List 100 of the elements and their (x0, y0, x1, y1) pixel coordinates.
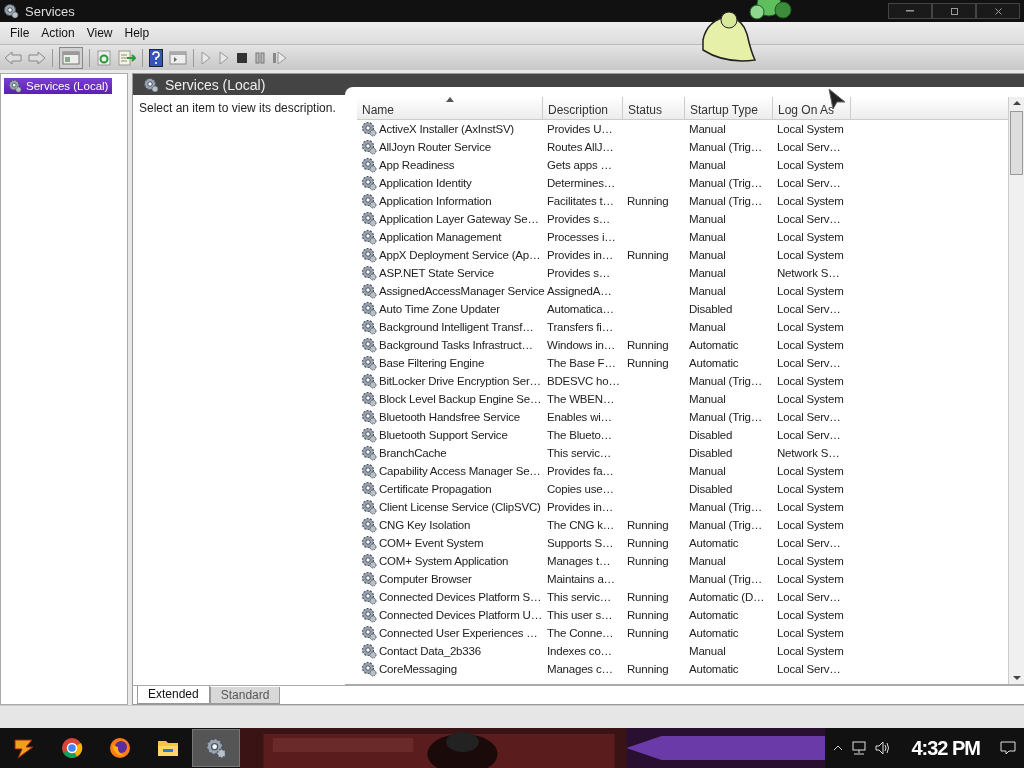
chevron-up-icon[interactable] (833, 744, 844, 752)
view-tab[interactable]: Extended (137, 686, 210, 704)
menu-item[interactable]: Help (118, 26, 156, 40)
table-cell[interactable]: Application Management (379, 231, 502, 243)
table-cell[interactable]: App Readiness (379, 159, 455, 171)
maximize-icon (950, 7, 958, 15)
column-header[interactable]: Description (543, 97, 623, 119)
clock[interactable]: 4:32 PM (911, 736, 980, 760)
table-cell[interactable]: Connected Devices Platform U… (379, 609, 542, 621)
table-cell[interactable]: CoreMessaging (379, 663, 457, 675)
table-cell: BDESVC ho… (547, 375, 620, 387)
table-cell[interactable]: Block Level Backup Engine Se… (379, 393, 542, 405)
scroll-thumb[interactable] (1010, 111, 1023, 175)
resume-icon[interactable] (272, 50, 288, 65)
table-cell[interactable]: AssignedAccessManager Service (379, 285, 545, 297)
table-cell: The Conne… (547, 627, 614, 639)
table-cell[interactable]: Background Intelligent Transf… (379, 321, 534, 333)
column-header[interactable]: Status (623, 97, 685, 119)
table-cell: Automatic (D… (689, 591, 765, 603)
service-gear-icon (361, 607, 377, 623)
table-cell: Local System (777, 195, 844, 207)
table-cell: Running (627, 537, 669, 549)
table-cell: Automatica… (547, 303, 614, 315)
notification-icon[interactable] (1000, 741, 1016, 755)
table-cell[interactable]: ASP.NET State Service (379, 267, 494, 279)
volume-icon[interactable] (875, 741, 892, 755)
table-cell[interactable]: ActiveX Installer (AxInstSV) (379, 123, 514, 135)
table-cell: The WBEN… (547, 393, 615, 405)
table-cell[interactable]: Contact Data_2b336 (379, 645, 481, 657)
table-cell[interactable]: BranchCache (379, 447, 447, 459)
table-cell[interactable]: Client License Service (ClipSVC) (379, 501, 541, 513)
table-cell[interactable]: Connected Devices Platform S… (379, 591, 542, 603)
table-cell: Local System (777, 123, 844, 135)
table-cell[interactable]: Application Layer Gateway Se… (379, 213, 539, 225)
service-gear-icon (361, 553, 377, 569)
export-list-icon[interactable] (118, 49, 136, 66)
table-cell: Manual (689, 285, 726, 297)
console-tree-icon[interactable] (59, 46, 83, 69)
table-cell: Copies use… (547, 483, 614, 495)
table-cell[interactable]: Connected User Experiences … (379, 627, 538, 639)
refresh-icon[interactable] (96, 49, 112, 66)
menu-item[interactable]: Action (35, 26, 81, 40)
minimize-button[interactable] (888, 3, 932, 19)
table-cell: Network S… (777, 447, 840, 459)
service-gear-icon (361, 193, 377, 209)
menu-item[interactable]: File (4, 26, 36, 40)
table-cell[interactable]: Computer Browser (379, 573, 472, 585)
tree-item[interactable]: Services (Local) (3, 77, 114, 95)
table-cell: Local Serv… (777, 591, 841, 603)
table-cell: AssignedA… (547, 285, 612, 297)
table-cell[interactable]: Auto Time Zone Updater (379, 303, 500, 315)
table-cell: Local System (777, 609, 844, 621)
table-cell[interactable]: Background Tasks Infrastruct… (379, 339, 533, 351)
table-cell: Manual (Trig… (689, 177, 763, 189)
service-gear-icon (361, 229, 377, 245)
table-cell[interactable]: CNG Key Isolation (379, 519, 471, 531)
maximize-button[interactable] (932, 3, 976, 19)
scroll-down-icon[interactable] (1012, 676, 1021, 680)
table-cell: Automatic (689, 627, 739, 639)
network-icon[interactable] (851, 741, 868, 755)
table-cell: This servic… (547, 591, 612, 603)
table-cell[interactable]: Certificate Propagation (379, 483, 492, 495)
help-icon[interactable] (149, 48, 163, 67)
menu-item[interactable]: View (80, 26, 119, 40)
pane-title: Services (Local) (165, 76, 266, 93)
stop-icon[interactable] (236, 51, 248, 64)
table-cell[interactable]: Bluetooth Handsfree Service (379, 411, 520, 423)
table-cell[interactable]: BitLocker Drive Encryption Ser… (379, 375, 541, 387)
table-cell[interactable]: AllJoyn Router Service (379, 141, 491, 153)
table-cell[interactable]: AppX Deployment Service (Ap… (379, 249, 541, 261)
service-gear-icon (361, 391, 377, 407)
table-cell[interactable]: Bluetooth Support Service (379, 429, 508, 441)
service-gear-icon (361, 589, 377, 605)
table-cell: Local Serv… (777, 303, 841, 315)
table-cell: This user s… (547, 609, 613, 621)
scroll-up-icon[interactable] (1012, 101, 1021, 105)
service-gear-icon (361, 625, 377, 641)
table-cell[interactable]: COM+ System Application (379, 555, 509, 567)
table-cell: Running (627, 249, 669, 261)
table-cell: Running (627, 555, 669, 567)
minimize-icon (906, 10, 914, 12)
table-cell: Local Serv… (777, 411, 841, 423)
table-cell: Running (627, 591, 669, 603)
column-header[interactable]: Startup Type (685, 97, 773, 119)
table-cell[interactable]: Application Information (379, 195, 492, 207)
table-cell[interactable]: Base Filtering Engine (379, 357, 485, 369)
window-title: Services (25, 3, 75, 19)
column-header[interactable]: Name (357, 97, 543, 119)
table-cell[interactable]: Capability Access Manager Se… (379, 465, 541, 477)
table-cell[interactable]: COM+ Event System (379, 537, 484, 549)
table-cell: Automatic (689, 357, 739, 369)
table-cell: Local System (777, 555, 844, 567)
pause-icon[interactable] (254, 51, 266, 64)
service-gear-icon (361, 175, 377, 191)
view-tab[interactable]: Standard (209, 687, 281, 704)
table-cell[interactable]: Application Identity (379, 177, 472, 189)
vertical-scrollbar[interactable] (1008, 97, 1024, 684)
properties-pane-icon[interactable] (169, 49, 187, 66)
service-gear-icon (361, 643, 377, 659)
service-gear-icon (361, 517, 377, 533)
